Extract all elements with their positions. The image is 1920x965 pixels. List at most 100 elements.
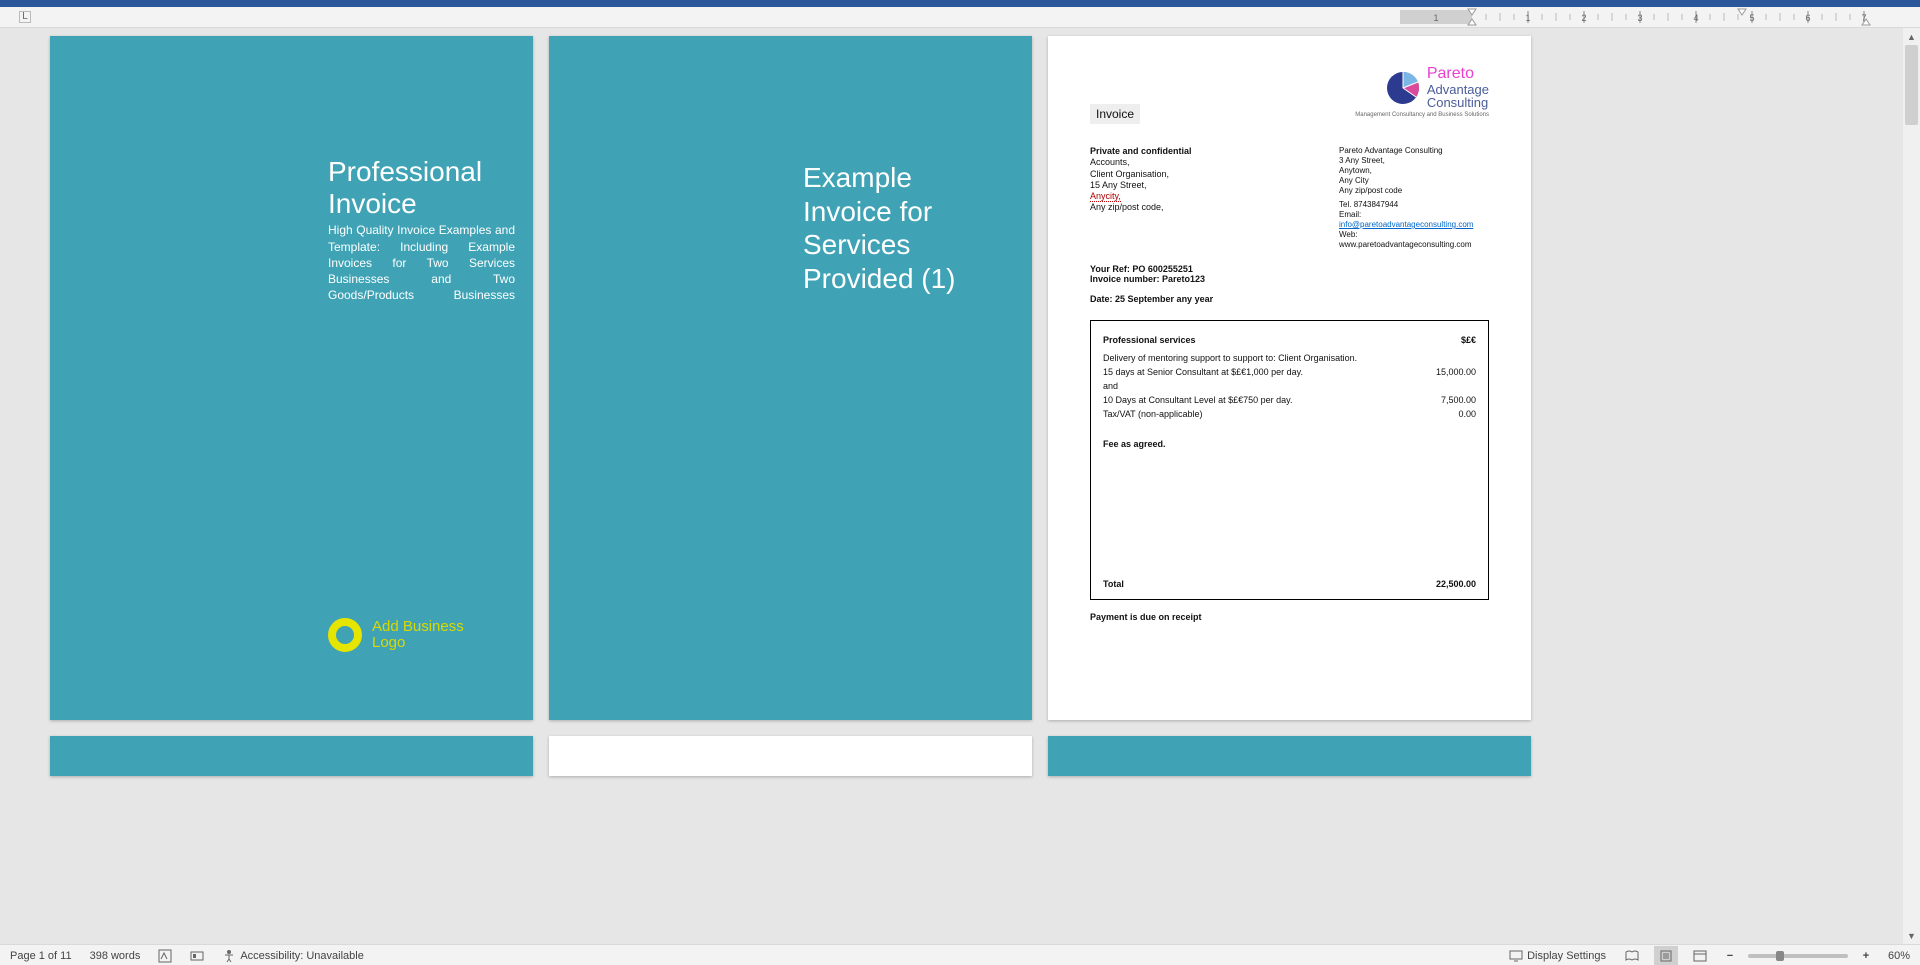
logo-tagline: Management Consultancy and Business Solu… (1355, 112, 1489, 118)
scroll-down-button[interactable]: ▼ (1903, 927, 1920, 944)
table-header-right: $£€ (1461, 335, 1476, 345)
page-3[interactable]: Invoice Paret (1048, 36, 1531, 720)
zoom-out-button[interactable]: − (1722, 950, 1738, 962)
logo-name: Pareto (1427, 66, 1489, 83)
svg-text:1: 1 (1525, 13, 1530, 23)
word-count[interactable]: 398 words (86, 946, 145, 965)
your-ref-value: PO 600255251 (1132, 264, 1193, 274)
document-area: Professional Invoice High Quality Invoic… (0, 28, 1920, 944)
invoice-no-label: Invoice number: (1090, 274, 1160, 284)
line-amount: 15,000.00 (1436, 367, 1476, 377)
page-count[interactable]: Page 1 of 11 (6, 946, 76, 965)
svg-text:5: 5 (1749, 13, 1754, 23)
svg-text:3: 3 (1637, 13, 1642, 23)
section-title: Example Invoice for Services Provided (1… (567, 161, 1014, 295)
sender-l2: 3 Any Street, (1339, 156, 1489, 166)
logo-text-line-2: Logo (372, 635, 464, 652)
zoom-value[interactable]: 60% (1884, 946, 1914, 965)
total-label: Total (1103, 579, 1124, 589)
payment-due: Payment is due on receipt (1090, 612, 1489, 622)
scroll-up-button[interactable]: ▲ (1903, 28, 1920, 45)
scroll-thumb[interactable] (1905, 45, 1918, 125)
date-label: Date: (1090, 294, 1113, 304)
read-mode-icon (1624, 949, 1640, 963)
logo-text-line-1: Add Business (372, 619, 464, 636)
macro-icon (190, 949, 204, 963)
read-mode-button[interactable] (1620, 946, 1644, 965)
line-amount: 0.00 (1458, 409, 1476, 419)
scroll-track[interactable] (1903, 45, 1920, 927)
display-settings-label: Display Settings (1527, 950, 1606, 962)
page-6-peek[interactable] (1048, 736, 1531, 776)
invoice-date: Date: 25 September any year (1090, 294, 1489, 304)
private-line: Private and confidential (1090, 146, 1192, 157)
cover-title: Professional Invoice (328, 156, 515, 220)
zoom-in-button[interactable]: + (1858, 950, 1874, 962)
company-logo: Pareto Advantage Consulting Management C… (1355, 66, 1489, 118)
sender-email-link[interactable]: info@paretoadvantageconsulting.com (1339, 220, 1473, 229)
svg-text:4: 4 (1693, 13, 1698, 23)
recipient-l1: Accounts, (1090, 157, 1192, 168)
line-item: 10 Days at Consultant Level at $£€750 pe… (1103, 395, 1292, 405)
pages-container[interactable]: Professional Invoice High Quality Invoic… (0, 28, 1903, 944)
sender-l5: Any zip/post code (1339, 186, 1489, 196)
accessibility-icon (222, 949, 236, 963)
accessibility-label: Accessibility: Unavailable (240, 950, 364, 962)
horizontal-ruler[interactable]: L 1 1 2 3 4 (0, 7, 1920, 28)
print-layout-icon (1658, 949, 1674, 963)
your-ref-label: Your Ref: (1090, 264, 1130, 274)
line-item: 15 days at Senior Consultant at $£€1,000… (1103, 367, 1303, 377)
line-amount: 7,500.00 (1441, 395, 1476, 405)
table-header-left: Professional services (1103, 335, 1196, 345)
accessibility-status[interactable]: Accessibility: Unavailable (218, 946, 368, 965)
line-item: Tax/VAT (non-applicable) (1103, 409, 1203, 419)
title-bar (0, 0, 1920, 7)
total-value: 22,500.00 (1436, 579, 1476, 589)
display-settings-button[interactable]: Display Settings (1505, 946, 1610, 965)
page-4-peek[interactable] (50, 736, 533, 776)
ref-block: Your Ref: PO 600255251 Invoice number: P… (1090, 264, 1489, 284)
status-bar: Page 1 of 11 398 words Accessibility: Un… (0, 944, 1920, 965)
page-2[interactable]: Example Invoice for Services Provided (1… (549, 36, 1032, 720)
sender-l3: Anytown, (1339, 166, 1489, 176)
monitor-icon (1509, 949, 1523, 963)
sender-email-label: Email: (1339, 210, 1361, 219)
pie-chart-icon (1385, 70, 1421, 106)
tab-selector[interactable]: L (0, 7, 50, 27)
svg-text:6: 6 (1805, 13, 1810, 23)
recipient-l2: Client Organisation, (1090, 169, 1192, 180)
ruler-graphic: 1 1 2 3 4 5 6 7 (1400, 7, 1920, 27)
spelling-button[interactable] (154, 946, 176, 965)
zoom-slider[interactable] (1748, 954, 1848, 958)
page-5-peek[interactable] (549, 736, 1032, 776)
sender-web-label: Web: (1339, 230, 1358, 239)
macro-button[interactable] (186, 946, 208, 965)
fee-agreed: Fee as agreed. (1103, 439, 1476, 449)
vertical-scrollbar[interactable]: ▲ ▼ (1903, 28, 1920, 944)
line-item: and (1103, 381, 1118, 391)
spelling-icon (158, 949, 172, 963)
logo-placeholder: Add Business Logo (328, 618, 464, 652)
ring-icon (328, 618, 362, 652)
invoice-line-items-box: Professional services $£€ Delivery of me… (1090, 320, 1489, 600)
web-layout-button[interactable] (1688, 946, 1712, 965)
ruler-track[interactable]: 1 1 2 3 4 5 6 7 (50, 7, 1920, 27)
logo-sub-2: Consulting (1427, 96, 1489, 110)
svg-text:2: 2 (1581, 13, 1586, 23)
recipient-l4: Anycity, (1090, 191, 1121, 202)
invoice-no-value: Pareto123 (1162, 274, 1205, 284)
web-layout-icon (1692, 949, 1708, 963)
svg-text:1: 1 (1433, 13, 1438, 23)
line-item: Delivery of mentoring support to support… (1103, 353, 1357, 363)
sender-block: Pareto Advantage Consulting 3 Any Street… (1339, 146, 1489, 250)
print-layout-button[interactable] (1654, 946, 1678, 965)
sender-l4: Any City (1339, 176, 1489, 186)
sender-tel: 8743847944 (1354, 200, 1399, 209)
recipient-l3: 15 Any Street, (1090, 180, 1192, 191)
sender-web: www.paretoadvantageconsulting.com (1339, 240, 1472, 249)
page-1[interactable]: Professional Invoice High Quality Invoic… (50, 36, 533, 720)
recipient-l5: Any zip/post code, (1090, 202, 1192, 213)
zoom-slider-thumb[interactable] (1776, 951, 1784, 961)
recipient-block: Private and confidential Accounts, Clien… (1090, 146, 1192, 250)
logo-sub-1: Advantage (1427, 83, 1489, 97)
